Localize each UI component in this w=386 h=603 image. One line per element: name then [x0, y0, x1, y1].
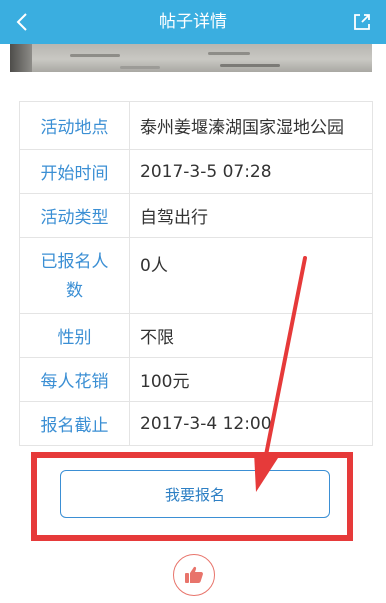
detail-label: 已报名人 数: [20, 238, 130, 313]
detail-row-activity-type: 活动类型 自驾出行: [20, 194, 372, 238]
detail-label: 报名截止: [20, 402, 130, 445]
detail-value: 不限: [140, 328, 174, 348]
detail-label: 每人花销: [20, 358, 130, 401]
activity-details-table: 活动地点 泰州姜堰溱湖国家湿地公园 开始时间 2017-3-5 07:28 活动…: [19, 101, 373, 446]
detail-row-start-time: 开始时间 2017-3-5 07:28: [20, 150, 372, 194]
page-title: 帖子详情: [159, 12, 227, 32]
signup-button[interactable]: 我要报名: [60, 470, 330, 518]
detail-row-cost: 每人花销 100元: [20, 358, 372, 402]
detail-value: 泰州姜堰溱湖国家湿地公园: [140, 118, 344, 138]
detail-label: 性别: [20, 314, 130, 357]
detail-value: 2017-3-4 12:00: [140, 413, 272, 434]
detail-label-line1: 已报名人: [40, 252, 109, 272]
like-button[interactable]: [173, 554, 215, 596]
share-button[interactable]: [346, 0, 378, 44]
detail-row-deadline: 报名截止 2017-3-4 12:00: [20, 402, 372, 445]
detail-value: 100元: [140, 372, 190, 392]
detail-label: 活动地点: [20, 102, 130, 149]
share-icon: [354, 14, 370, 30]
detail-label: 开始时间: [20, 150, 130, 193]
detail-row-registered-count: 已报名人 数 0人: [20, 238, 372, 314]
detail-label: 活动类型: [20, 194, 130, 237]
cover-image: [10, 44, 372, 72]
detail-value: 2017-3-5 07:28: [140, 161, 272, 182]
detail-value: 自驾出行: [140, 208, 208, 228]
app-header: 帖子详情: [0, 0, 386, 44]
detail-value: 0人: [140, 256, 168, 276]
detail-label-line2: 数: [66, 281, 83, 301]
detail-row-gender: 性别 不限: [20, 314, 372, 358]
detail-row-location: 活动地点 泰州姜堰溱湖国家湿地公园: [20, 102, 372, 150]
thumbs-up-icon: [185, 566, 203, 583]
